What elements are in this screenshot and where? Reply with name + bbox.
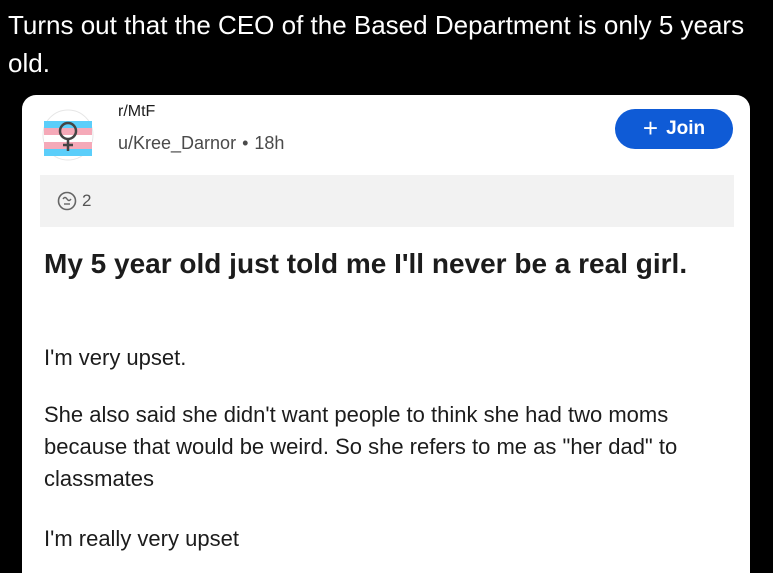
author-link[interactable]: u/Kree_Darnor bbox=[118, 133, 236, 153]
post-title[interactable]: My 5 year old just told me I'll never be… bbox=[44, 245, 734, 283]
award-count: 2 bbox=[82, 191, 92, 210]
meta-separator: • bbox=[242, 133, 249, 153]
post-card: r/MtF u/Kree_Darnor • 18h + Join 2 My 5 ye… bbox=[22, 95, 750, 573]
join-label: Join bbox=[666, 118, 706, 139]
subreddit-avatar-icon[interactable] bbox=[42, 109, 94, 161]
caption-text: Turns out that the CEO of the Based Depa… bbox=[8, 10, 745, 78]
award-bar: 2 bbox=[40, 175, 734, 227]
subreddit-name[interactable]: r/MtF bbox=[118, 103, 155, 121]
post-meta: u/Kree_Darnor • 18h bbox=[118, 133, 284, 154]
plus-icon: + bbox=[642, 113, 659, 143]
award-icon[interactable] bbox=[56, 190, 78, 212]
post-age: 18h bbox=[254, 133, 285, 153]
post-body-paragraph: I'm really very upset bbox=[44, 526, 239, 551]
post-body-paragraph: She also said she didn't want people to … bbox=[44, 402, 678, 491]
post-body-paragraph: I'm very upset. bbox=[44, 345, 187, 370]
join-button[interactable]: + Join bbox=[615, 109, 733, 149]
